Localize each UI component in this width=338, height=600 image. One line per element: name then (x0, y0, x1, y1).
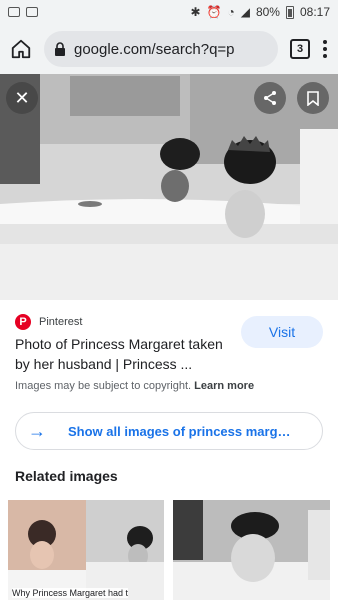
result-title[interactable]: Photo of Princess Margaret taken by her … (15, 334, 225, 374)
learn-more-link[interactable]: Learn more (194, 380, 254, 392)
related-image-2[interactable] (173, 500, 330, 600)
wifi-icon: ◔ (227, 5, 235, 19)
share-icon (264, 91, 276, 105)
related-image-1[interactable]: Why Princess Margaret had t (8, 500, 164, 600)
clock: 08:17 (299, 5, 330, 19)
status-bar: ✱ ⏰ ◔ ◢ 80% 08:17 (0, 0, 338, 24)
save-button[interactable] (297, 82, 329, 114)
image-notification-icon (26, 7, 38, 17)
notification-icon (8, 7, 20, 17)
bathroom-photo (0, 74, 338, 300)
related-photo-1 (8, 500, 164, 600)
bookmark-icon (307, 90, 319, 106)
signal-icon: ◢ (240, 5, 250, 19)
menu-icon[interactable] (322, 40, 328, 58)
show-all-button[interactable]: → Show all images of princess marg… (15, 412, 323, 450)
pinterest-icon: P (15, 314, 31, 330)
close-button[interactable]: ✕ (6, 82, 38, 114)
browser-toolbar: google.com/search?q=p 3 (0, 24, 338, 74)
battery-icon (285, 5, 294, 19)
visit-button[interactable]: Visit (241, 316, 323, 348)
copyright-notice: Images may be subject to copyright. Lear… (15, 380, 254, 392)
copyright-text: Images may be subject to copyright. (15, 380, 192, 392)
preview-image[interactable]: ✕ (0, 74, 338, 300)
result-panel: P Pinterest Photo of Princess Margaret t… (0, 300, 338, 484)
battery-percent: 80% (255, 5, 280, 19)
url-text: google.com/search?q=p (74, 40, 235, 58)
lock-icon (55, 42, 65, 56)
alarm-icon: ⏰ (206, 5, 222, 19)
source-name: Pinterest (39, 316, 83, 328)
related-caption: Why Princess Margaret had t (12, 588, 129, 598)
tab-switcher-button[interactable]: 3 (290, 39, 310, 59)
arrow-right-icon: → (28, 420, 46, 441)
related-images: Why Princess Margaret had t (8, 500, 330, 600)
share-button[interactable] (254, 82, 286, 114)
home-icon[interactable] (10, 38, 32, 60)
related-photo-2 (173, 500, 330, 600)
bluetooth-icon: ✱ (190, 5, 201, 19)
show-all-label: Show all images of princess marg… (68, 423, 291, 439)
url-bar[interactable]: google.com/search?q=p (44, 31, 278, 67)
related-heading: Related images (15, 468, 118, 484)
